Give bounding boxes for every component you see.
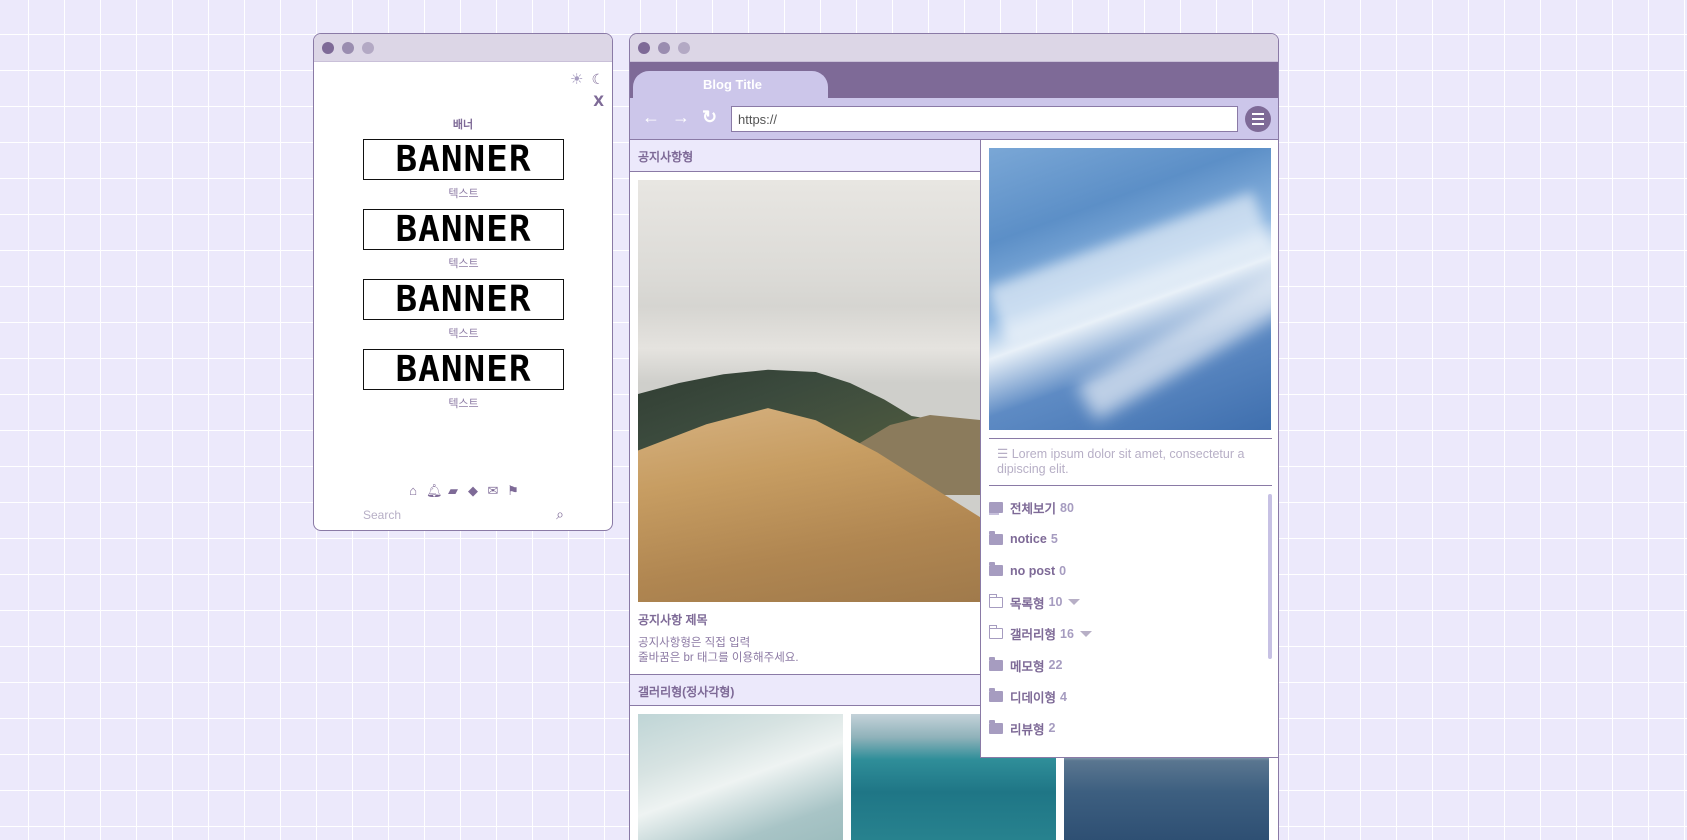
category-name: 전체보기 bbox=[1010, 502, 1057, 517]
category-item[interactable]: 갤러리형 16 bbox=[989, 618, 1272, 650]
banner-item[interactable]: BANNER 텍스트 bbox=[363, 279, 564, 341]
category-name: 갤러리형 bbox=[1010, 628, 1057, 643]
chevron-down-icon[interactable] bbox=[1068, 599, 1081, 606]
category-list: 전체보기 80 notice 5 no post 0 목록형 10 갤러리형 16 메모형 22 디데이… bbox=[989, 492, 1272, 742]
profile-image bbox=[989, 148, 1271, 430]
category-count: 80 bbox=[1060, 500, 1074, 515]
category-item[interactable]: 디데이형 4 bbox=[989, 681, 1272, 713]
category-item[interactable]: 메모형 22 bbox=[989, 650, 1272, 682]
category-item[interactable]: 전체보기 80 bbox=[989, 492, 1272, 524]
category-name: 목록형 bbox=[1010, 596, 1045, 611]
forward-arrow-icon[interactable]: → bbox=[672, 107, 690, 128]
category-item[interactable]: 리뷰형 2 bbox=[989, 713, 1272, 743]
category-count: 0 bbox=[1059, 563, 1067, 578]
notice-image[interactable] bbox=[638, 180, 980, 602]
minimize-window-dot[interactable] bbox=[342, 42, 354, 54]
sidebar-search: ⌕ bbox=[363, 506, 564, 526]
tag-icon[interactable]: ◆ bbox=[466, 483, 480, 499]
banner-heading: 배너 bbox=[452, 119, 474, 131]
category-name: 리뷰형 bbox=[1010, 722, 1045, 737]
category-scrollbar[interactable] bbox=[1268, 494, 1272, 659]
banner-item[interactable]: BANNER 텍스트 bbox=[363, 139, 564, 201]
reload-icon[interactable]: ↻ bbox=[702, 107, 717, 128]
category-count: 10 bbox=[1048, 595, 1063, 610]
home-icon[interactable]: ⌂ bbox=[406, 483, 420, 499]
category-count: 4 bbox=[1060, 689, 1067, 704]
banner-caption: 텍스트 bbox=[448, 258, 479, 270]
folder-icon bbox=[989, 625, 1003, 640]
folder-icon bbox=[989, 719, 1003, 734]
folder-icon bbox=[989, 530, 1003, 545]
category-count: 5 bbox=[1050, 532, 1058, 547]
category-item[interactable]: no post 0 bbox=[989, 555, 1272, 587]
folder-icon bbox=[989, 502, 1003, 514]
category-count: 16 bbox=[1060, 626, 1074, 641]
mail-icon[interactable]: ✉ bbox=[486, 483, 500, 499]
banner-caption: 텍스트 bbox=[448, 398, 479, 410]
profile-panel: ☰ Lorem ipsum dolor sit amet, consectetu… bbox=[980, 140, 1278, 758]
category-name: 디데이형 bbox=[1010, 691, 1057, 706]
maximize-window-dot[interactable] bbox=[362, 42, 374, 54]
bell-icon[interactable]: 🔔︎ bbox=[426, 483, 443, 499]
page-content: 공지사항형 공지사항 제목 공지사항형은 직접 입력 줄바꿈은 br 태그를 이… bbox=[630, 140, 1278, 840]
banner-image[interactable]: BANNER bbox=[363, 349, 564, 390]
folder-icon bbox=[989, 688, 1003, 703]
folder-icon bbox=[989, 656, 1003, 671]
category-name: notice bbox=[1010, 532, 1047, 547]
banner-image[interactable]: BANNER bbox=[363, 139, 564, 180]
gallery-thumbnail[interactable] bbox=[638, 714, 843, 840]
back-arrow-icon[interactable]: ← bbox=[642, 107, 660, 128]
folder-icon[interactable]: ▰ bbox=[446, 483, 460, 499]
banner-image[interactable]: BANNER bbox=[363, 279, 564, 320]
sun-icon[interactable]: ☀ bbox=[570, 70, 583, 88]
folder-icon bbox=[989, 562, 1003, 577]
category-count: 2 bbox=[1048, 721, 1056, 736]
chevron-down-icon[interactable] bbox=[1079, 630, 1092, 637]
banner-list: BANNER 텍스트 BANNER 텍스트 BANNER 텍스트 BANNER … bbox=[363, 139, 564, 419]
folder-icon bbox=[989, 593, 1003, 608]
category-name: 메모형 bbox=[1010, 659, 1045, 674]
banner-item[interactable]: BANNER 텍스트 bbox=[363, 209, 564, 271]
sidebar-window: ☀ ☾ X 배너 BANNER 텍스트 BANNER 텍스트 BANNER 텍스… bbox=[313, 33, 613, 531]
category-item[interactable]: 목록형 10 bbox=[989, 587, 1272, 619]
banner-item[interactable]: BANNER 텍스트 bbox=[363, 349, 564, 411]
moon-icon[interactable]: ☾ bbox=[591, 71, 604, 88]
tab-blog[interactable]: Blog Title bbox=[633, 71, 828, 98]
search-input[interactable] bbox=[363, 508, 533, 522]
tab-title: Blog Title bbox=[703, 77, 762, 92]
category-item[interactable]: notice 5 bbox=[989, 524, 1272, 556]
browser-titlebar bbox=[630, 34, 1278, 62]
search-icon[interactable]: ⌕ bbox=[556, 506, 564, 523]
maximize-window-dot[interactable] bbox=[678, 42, 690, 54]
nav-bar: ← → ↻ bbox=[630, 98, 1278, 140]
minimize-window-dot[interactable] bbox=[658, 42, 670, 54]
banner-caption: 텍스트 bbox=[448, 328, 479, 340]
sidebar-titlebar bbox=[314, 34, 612, 62]
theme-toggle: ☀ ☾ bbox=[570, 70, 604, 89]
browser-window: Blog Title ← → ↻ 공지사항형 공지사항 제목 공지사항형은 직접… bbox=[629, 33, 1279, 840]
close-sidebar-button[interactable]: X bbox=[593, 94, 604, 110]
menu-button[interactable] bbox=[1245, 106, 1271, 132]
list-icon: ☰ bbox=[997, 447, 1012, 461]
close-window-dot[interactable] bbox=[638, 42, 650, 54]
tab-bar: Blog Title bbox=[630, 62, 1278, 98]
url-field[interactable] bbox=[731, 106, 1238, 132]
flag-icon[interactable]: ⚑ bbox=[506, 483, 520, 499]
close-window-dot[interactable] bbox=[322, 42, 334, 54]
banner-image[interactable]: BANNER bbox=[363, 209, 564, 250]
category-name: no post bbox=[1010, 563, 1056, 578]
sidebar-icon-bar: ⌂ 🔔︎ ▰ ◆ ✉ ⚑ bbox=[314, 483, 612, 499]
banner-caption: 텍스트 bbox=[448, 188, 479, 200]
blog-description: ☰ Lorem ipsum dolor sit amet, consectetu… bbox=[989, 438, 1272, 486]
description-text: Lorem ipsum dolor sit amet, consectetur … bbox=[997, 447, 1245, 476]
category-count: 22 bbox=[1048, 658, 1063, 673]
